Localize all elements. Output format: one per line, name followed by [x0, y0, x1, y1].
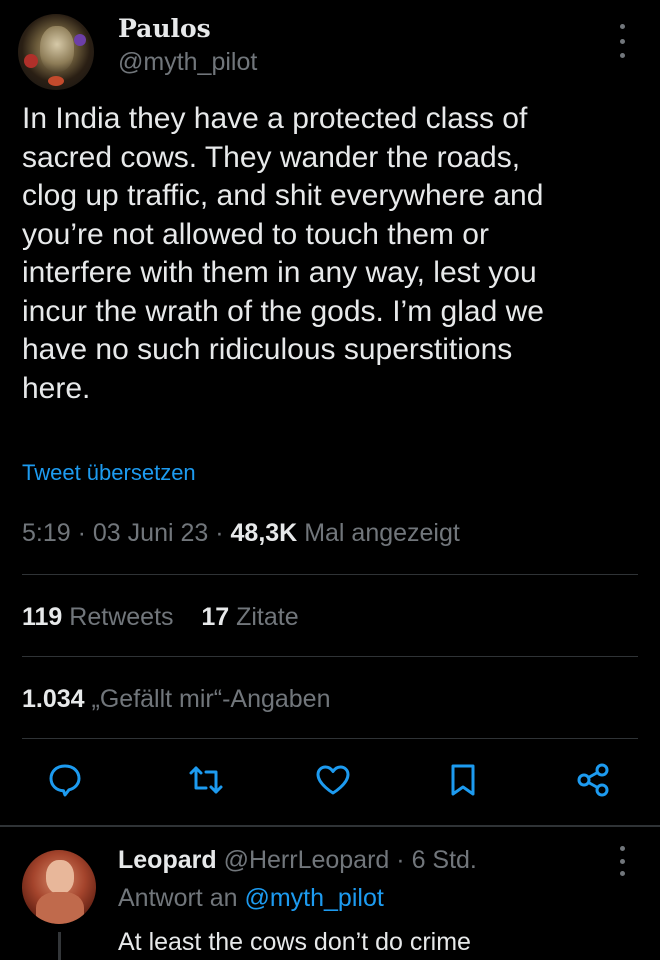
thread-line	[58, 932, 61, 960]
divider	[22, 656, 638, 657]
meta-separator: ·	[77, 519, 86, 547]
quotes-stat[interactable]: 17 Zitate	[201, 603, 298, 631]
retweets-stat[interactable]: 119 Retweets	[22, 603, 174, 631]
meta-separator: ·	[396, 846, 405, 874]
reply-author-handle[interactable]: @HerrLeopard	[224, 846, 390, 874]
retweet-icon[interactable]	[186, 760, 226, 800]
author-avatar[interactable]	[18, 14, 94, 90]
reply-icon[interactable]	[45, 760, 85, 800]
likes-label: „Gefällt mir“-Angaben	[91, 685, 331, 713]
reply-text: At least the cows don’t do crime	[118, 928, 471, 956]
bookmark-icon[interactable]	[443, 760, 483, 800]
translate-link[interactable]: Tweet übersetzen	[22, 460, 196, 486]
retweets-label: Retweets	[69, 603, 174, 631]
reply-to-label: Antwort an	[118, 884, 238, 912]
views-count[interactable]: 48,3K	[231, 519, 298, 547]
quotes-count: 17	[201, 603, 230, 631]
thread-separator	[0, 825, 660, 827]
likes-count: 1.034	[22, 685, 85, 713]
more-options-icon[interactable]	[612, 24, 632, 58]
meta-separator: ·	[215, 519, 224, 547]
author-handle[interactable]: @myth_pilot	[118, 48, 257, 77]
views-label: Mal angezeigt	[304, 519, 460, 547]
quotes-label: Zitate	[236, 603, 299, 631]
tweet-date[interactable]: 03 Juni 23	[93, 519, 208, 547]
reply-to-handle[interactable]: @myth_pilot	[244, 884, 383, 912]
reply-time[interactable]: 6 Std.	[412, 846, 477, 874]
reply-header: Leopard @HerrLeopard · 6 Std.	[118, 846, 477, 875]
reply-avatar[interactable]	[22, 850, 96, 924]
share-icon[interactable]	[573, 760, 613, 800]
tweet-text: In India they have a protected class of …	[22, 102, 544, 405]
reply-author-name[interactable]: Leopard	[118, 846, 217, 874]
divider	[22, 574, 638, 575]
retweets-count: 119	[22, 603, 63, 631]
tweet-time[interactable]: 5:19	[22, 519, 71, 547]
like-icon[interactable]	[313, 760, 353, 800]
likes-stat[interactable]: 1.034 „Gefällt mir“-Angaben	[22, 685, 331, 714]
divider	[22, 738, 638, 739]
reply-to-line: Antwort an @myth_pilot	[118, 884, 384, 913]
author-name[interactable]: Paulos	[118, 14, 211, 43]
retweet-quote-stats: 119 Retweets 17 Zitate	[22, 603, 299, 632]
tweet-meta: 5:19 · 03 Juni 23 · 48,3K Mal angezeigt	[22, 519, 460, 548]
reply-more-options-icon[interactable]	[612, 846, 632, 876]
